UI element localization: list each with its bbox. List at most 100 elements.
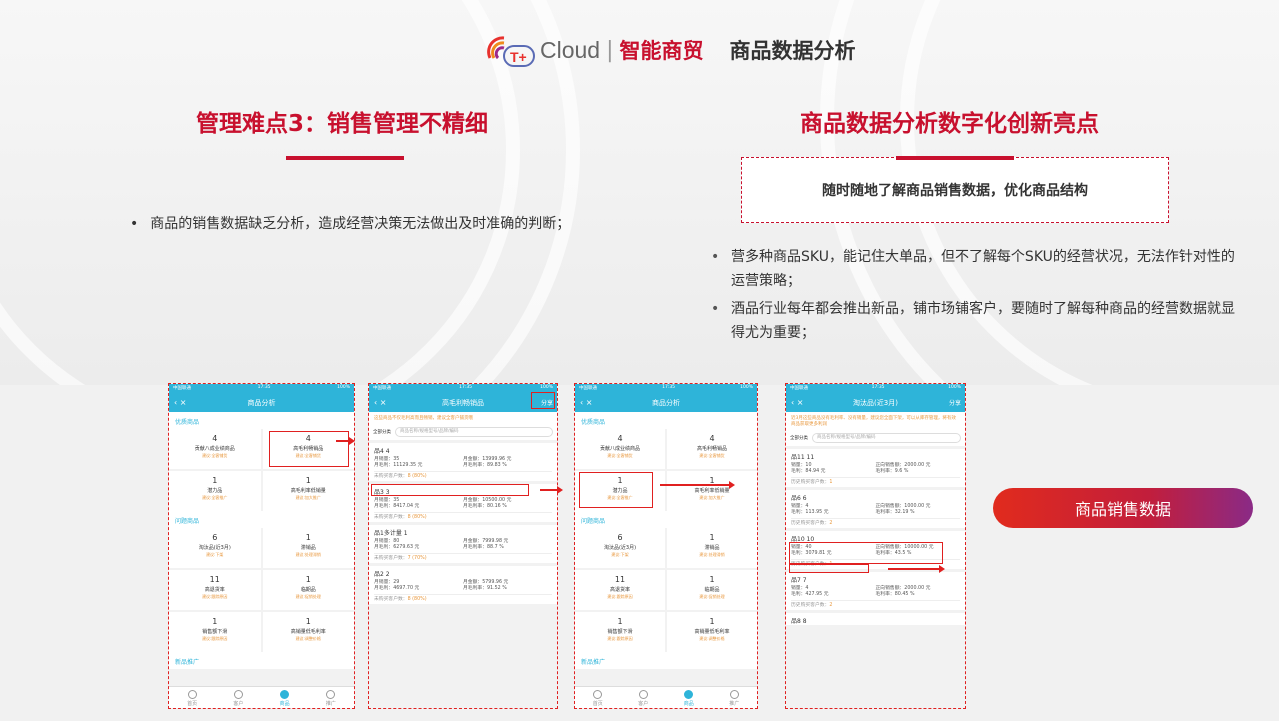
highlight-rect — [269, 431, 349, 467]
metric-cell[interactable]: 1 临期品 建议:促销处理 — [667, 570, 757, 610]
tab-product[interactable]: 商品 — [262, 687, 308, 708]
tab-promotion[interactable]: 推广 — [308, 687, 354, 708]
metric-cell[interactable]: 1 高销量低毛利率 建议:调整价格 — [667, 612, 757, 652]
category-filter[interactable]: 全部分类 — [373, 429, 391, 435]
highlight-rect — [531, 392, 555, 409]
metric-cell[interactable]: 1 销售额下滑 建议:跟踪原因 — [575, 612, 665, 652]
customer-icon — [638, 690, 648, 699]
section-grid: 6 淘汰品(近3月) 建议:下架 1 滞销品 建议:处理滞销 11 高退货率 建议:跟踪原因… — [169, 528, 354, 652]
back-icon[interactable]: ‹ × — [580, 398, 592, 407]
item-title: 品7 7 — [791, 577, 807, 584]
tab-customer[interactable]: 客户 — [215, 687, 261, 708]
section-header: 优质商品 — [169, 412, 354, 429]
tab-customer[interactable]: 客户 — [621, 687, 667, 708]
item-title: 品8 8 — [791, 618, 807, 625]
metric-label: 滞销品 — [300, 545, 316, 551]
highlight-rect — [371, 484, 529, 496]
left-underline — [286, 156, 404, 160]
share-button[interactable]: 分享 — [949, 398, 961, 407]
metric-cell[interactable]: 1 潜力品 建议:全客推广 — [169, 471, 261, 511]
back-icon[interactable]: ‹ × — [374, 398, 386, 407]
arrow-right-icon — [540, 486, 563, 494]
tab-bar: 首页 客户 商品 推广 — [575, 686, 757, 708]
highlight-rect — [789, 564, 869, 573]
metric-value: 4 — [709, 434, 715, 443]
metric-cell[interactable]: 4 贡献八成业绩商品 建议:全客铺货 — [575, 429, 665, 469]
item-footer-label: 未购买客户数： — [374, 556, 408, 561]
metric-cell[interactable]: 1 临期品 建议:促销处理 — [262, 570, 354, 610]
metric-label: 贡献八成业绩商品 — [194, 446, 235, 452]
metric-cell[interactable]: 1 高毛利率低销量 建议:加大推广 — [667, 471, 757, 511]
tab-bar: 首页 客户 商品 推广 — [169, 686, 354, 708]
tab-home[interactable]: 首页 — [169, 687, 215, 708]
list-item[interactable]: 品4 4 月销量：35 月金额：13999.96 元月毛利：11129.35 元月毛… — [369, 443, 557, 481]
metric-suggestion: 建议:跟踪原因 — [607, 594, 633, 599]
logo-text: Cloud — [540, 36, 601, 63]
nav-title: 高毛利畅销品 — [442, 398, 484, 407]
metric-label: 销售额下滑 — [202, 629, 228, 635]
item-field: 月毛利率：80.16 % — [463, 504, 507, 509]
metric-cell[interactable]: 11 高退货率 建议:跟踪原因 — [169, 570, 261, 610]
list-item[interactable]: 品6 6 销量：4 正向销售额：1000.00 元毛利：113.95 元毛利率：32… — [786, 490, 965, 528]
metric-suggestion: 建议:加大推广 — [295, 495, 321, 500]
metric-value: 6 — [212, 533, 218, 542]
status-time: 17:35 — [459, 385, 473, 390]
search-input[interactable]: 商品名称/规格型号/品牌/编码 — [812, 433, 961, 443]
category-filter[interactable]: 全部分类 — [790, 435, 808, 441]
metric-cell[interactable]: 1 滞销品 建议:处理滞销 — [667, 528, 757, 568]
filter-bar: 全部分类 商品名称/规格型号/品牌/编码 — [786, 430, 965, 446]
metric-label: 销售额下滑 — [607, 629, 633, 635]
back-icon[interactable]: ‹ × — [791, 398, 803, 407]
metric-cell[interactable]: 6 淘汰品(近3月) 建议:下架 — [575, 528, 665, 568]
tab-promotion[interactable]: 推广 — [712, 687, 758, 708]
item-footer-label: 历史购买客户数： — [791, 603, 830, 608]
list-item[interactable]: 品1多计量 1 月销量：80 月金额：7999.98 元月毛利：6279.63 元月… — [369, 525, 557, 563]
metric-cell[interactable]: 1 高毛利率低销量 建议:加大推广 — [262, 471, 354, 511]
item-field: 月毛利：4697.70 元 — [374, 586, 420, 591]
item-footer-label: 历史购买客户数： — [791, 521, 830, 526]
item-field: 毛利率：32.19 % — [875, 510, 915, 515]
product-sales-data-button[interactable]: 商品销售数据 — [993, 488, 1253, 528]
metric-cell[interactable]: 1 滞销品 建议:处理滞销 — [262, 528, 354, 568]
metric-value: 1 — [305, 575, 311, 584]
list-item[interactable]: 品11 11 销量：10 正向销售额：2000.00 元毛利：84.94 元毛利率：… — [786, 449, 965, 487]
metric-cell[interactable]: 4 高毛利畅销品 建议:全客铺货 — [667, 429, 757, 469]
item-footer-value: 7 (70%) — [407, 556, 427, 561]
tab-label: 推广 — [325, 701, 336, 707]
metric-cell[interactable]: 6 淘汰品(近3月) 建议:下架 — [169, 528, 261, 568]
list-item[interactable]: 品7 7 销量：4 正向销售额：2000.00 元毛利：427.95 元毛利率：80… — [786, 572, 965, 610]
tip-text: 近3月这些商品没有毛利率、没有销量，建议您全面下架，可以从库存管理，将有效商品获… — [786, 412, 965, 430]
metric-value: 11 — [614, 575, 626, 584]
metric-value: 11 — [209, 575, 220, 584]
tab-label: 商品 — [279, 701, 290, 707]
metric-value: 1 — [305, 533, 311, 542]
item-footer-value: 8 (80%) — [407, 474, 427, 479]
metric-cell[interactable]: 11 高退货率 建议:跟踪原因 — [575, 570, 665, 610]
metric-label: 潜力品 — [207, 488, 223, 494]
metric-value: 1 — [709, 575, 715, 584]
phone-screenshot-product-analysis: 中国联通 17:35 100% ‹ × 商品分析 优质商品 4 贡献八成业绩商品建… — [168, 383, 355, 709]
metric-label: 淘汰品(近3月) — [603, 545, 637, 551]
metric-value: 1 — [305, 476, 311, 485]
metric-label: 滞销品 — [704, 545, 720, 551]
tab-label: 首页 — [187, 701, 198, 707]
promotion-icon — [326, 690, 336, 699]
metric-cell[interactable]: 1 高销量低毛利率 建议:调整价格 — [262, 612, 354, 652]
tab-product[interactable]: 商品 — [666, 687, 712, 708]
metric-label: 高毛利率低销量 — [694, 488, 730, 494]
search-input[interactable]: 商品名称/规格型号/品牌/编码 — [395, 427, 553, 437]
metric-cell[interactable]: 4 贡献八成业绩商品 建议:全客铺货 — [169, 429, 261, 469]
nav-bar: ‹ × 淘汰品(近3月) 分享 — [786, 393, 965, 412]
list-item[interactable]: 品8 8 — [786, 613, 965, 625]
metric-cell[interactable]: 1 销售额下滑 建议:跟踪原因 — [169, 612, 261, 652]
arrow-right-icon — [888, 565, 945, 573]
promotion-icon — [729, 690, 739, 699]
back-icon[interactable]: ‹ × — [174, 398, 186, 407]
status-carrier: 中国联通 — [373, 386, 391, 391]
item-footer-value: 8 (80%) — [407, 515, 427, 520]
metric-label: 淘汰品(近3月) — [198, 545, 231, 551]
item-field: 月毛利：6279.63 元 — [374, 545, 420, 550]
list-item[interactable]: 品2 2 月销量：29 月金额：5799.96 元月毛利：4697.70 元月毛利率… — [369, 566, 557, 604]
tab-home[interactable]: 首页 — [575, 687, 621, 708]
item-field: 月毛利：11129.35 元 — [374, 463, 423, 468]
